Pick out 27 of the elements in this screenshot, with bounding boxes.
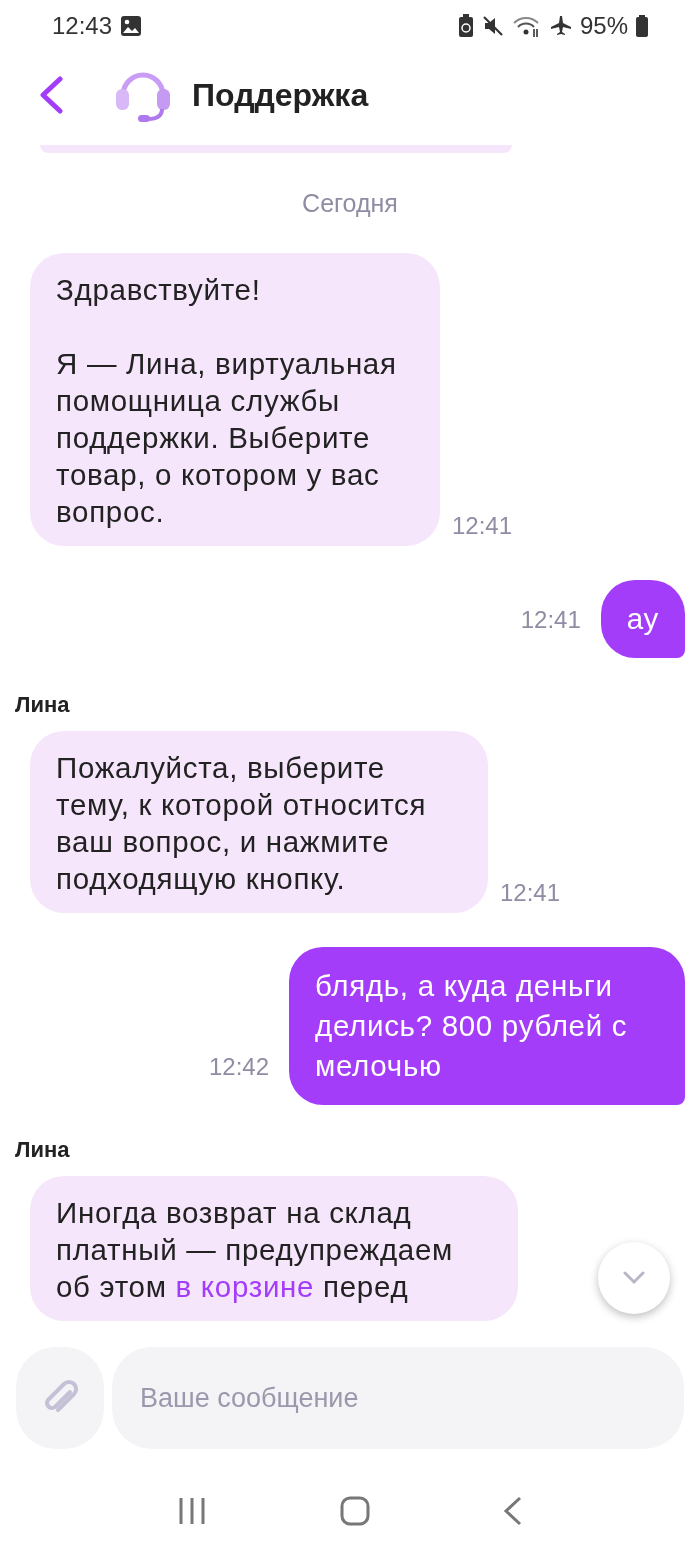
message-text: Иногда возврат на склад платный — предупреждаем об этом в корзине перед xyxy=(56,1194,455,1305)
message-field[interactable]: Ваше сообщение xyxy=(112,1347,684,1449)
message-text: ау xyxy=(626,600,659,637)
message-time: 12:42 xyxy=(208,1051,269,1082)
status-time: 12:43 xyxy=(52,10,113,41)
message-time: 12:41 xyxy=(452,510,513,541)
message-time: 12:41 xyxy=(520,604,581,635)
image-icon xyxy=(120,14,143,37)
message-text: блядь, а куда деньги делись? 800 рублей с мелочью xyxy=(315,967,629,1084)
airplane-icon xyxy=(549,14,572,37)
message-text: Я — Лина, виртуальная помощница службы поддержки. Выберите товар, о котором у вас вопрос. xyxy=(56,345,398,530)
link[interactable]: в корзине xyxy=(175,1269,315,1303)
battery-icon xyxy=(636,14,648,37)
message-time: 12:41 xyxy=(500,877,561,908)
sender-name: Лина xyxy=(15,690,71,719)
mute-icon xyxy=(481,14,504,37)
back-icon[interactable] xyxy=(503,1496,524,1526)
message-text: Пожалуйста, выберите тему, к которой относится ваш вопрос, и нажмите подходящую кнопку. xyxy=(56,749,428,897)
chat-title: Поддержка xyxy=(192,76,369,115)
battery-saver-icon xyxy=(457,13,474,38)
message-text: Здравствуйте! xyxy=(56,271,262,308)
home-icon[interactable] xyxy=(340,1496,370,1526)
sender-name: Лина xyxy=(15,1135,71,1164)
battery-level: 95% xyxy=(579,10,628,41)
back-button[interactable] xyxy=(38,76,64,114)
chevron-down-icon xyxy=(623,1271,645,1285)
date-divider: Сегодня xyxy=(301,188,399,219)
